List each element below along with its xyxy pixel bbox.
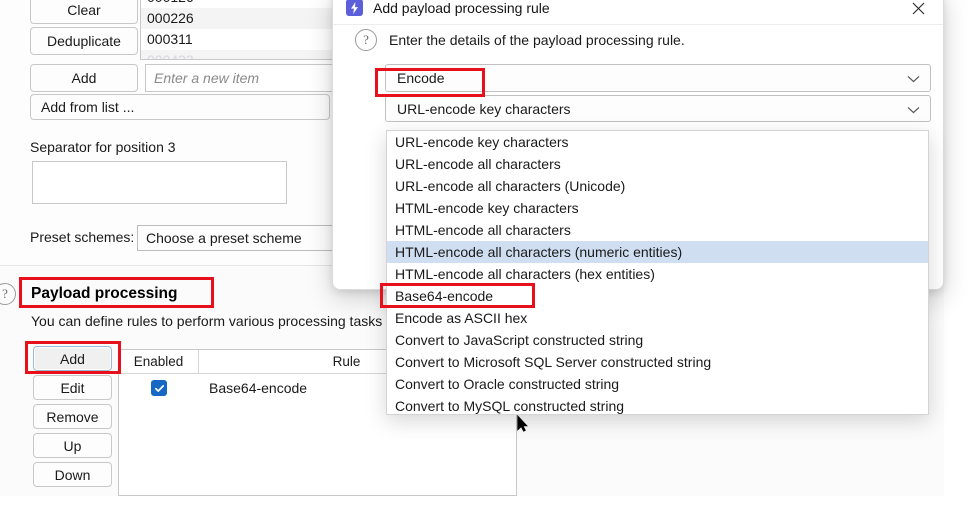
- dropdown-option[interactable]: Encode as ASCII hex: [387, 307, 928, 329]
- dropdown-option[interactable]: Convert to Microsoft SQL Server construc…: [387, 351, 928, 373]
- dropdown-option[interactable]: URL-encode all characters (Unicode): [387, 175, 928, 197]
- preset-schemes-value: Choose a preset scheme: [146, 230, 302, 246]
- add-rule-button[interactable]: Add: [33, 346, 112, 371]
- operation-dropdown-list[interactable]: URL-encode key characters URL-encode all…: [386, 130, 929, 415]
- add-from-list-button[interactable]: Add from list ...: [30, 94, 330, 120]
- list-item[interactable]: 000226: [141, 8, 364, 29]
- page-title: Payload processing: [31, 285, 178, 302]
- dropdown-option[interactable]: Convert to MySQL constructed string: [387, 395, 928, 414]
- dropdown-option[interactable]: Convert to JavaScript constructed string: [387, 329, 928, 351]
- move-rule-down-button[interactable]: Down: [33, 462, 112, 487]
- remove-rule-button[interactable]: Remove: [33, 404, 112, 429]
- arrow-pointer-icon: [517, 414, 528, 435]
- list-item[interactable]: 000126: [141, 0, 364, 8]
- dialog-title: Add payload processing rule: [373, 0, 550, 16]
- dropdown-option[interactable]: HTML-encode all characters (hex entities…: [387, 263, 928, 285]
- dialog-hint-text: Enter the details of the payload process…: [389, 32, 685, 48]
- dropdown-option[interactable]: URL-encode key characters: [387, 131, 928, 153]
- preset-schemes-label: Preset schemes:: [30, 229, 135, 245]
- dropdown-option-selected[interactable]: HTML-encode all characters (numeric enti…: [387, 241, 928, 263]
- rule-type-value: Encode: [397, 70, 445, 86]
- close-icon[interactable]: [903, 0, 933, 23]
- dropdown-option[interactable]: HTML-encode all characters: [387, 219, 928, 241]
- separator-input[interactable]: [32, 161, 287, 204]
- dialog-titlebar: Add payload processing rule: [333, 0, 943, 25]
- operation-value: URL-encode key characters: [397, 100, 571, 117]
- add-payload-button[interactable]: Add: [30, 64, 138, 92]
- dialog-hint: ? Enter the details of the payload proce…: [333, 29, 943, 51]
- dropdown-option[interactable]: URL-encode all characters: [387, 153, 928, 175]
- rule-enabled-cell: [119, 380, 199, 396]
- clear-button[interactable]: Clear: [30, 0, 138, 24]
- new-item-placeholder: Enter a new item: [154, 70, 260, 86]
- question-mark-icon: ?: [355, 29, 377, 51]
- rule-type-select[interactable]: Encode: [385, 64, 931, 92]
- list-item[interactable]: 000311: [141, 29, 364, 50]
- dropdown-option[interactable]: Base64-encode: [387, 285, 928, 307]
- screen-root: Clear Deduplicate Add Add from list ... …: [0, 0, 968, 507]
- payload-processing-description: You can define rules to perform various …: [31, 313, 383, 329]
- move-rule-up-button[interactable]: Up: [33, 433, 112, 458]
- chevron-down-icon: [907, 70, 920, 86]
- chevron-down-icon: [907, 101, 920, 117]
- question-mark-icon[interactable]: ?: [0, 283, 16, 305]
- dropdown-option[interactable]: Convert to Oracle constructed string: [387, 373, 928, 395]
- dropdown-option[interactable]: HTML-encode key characters: [387, 197, 928, 219]
- deduplicate-button[interactable]: Deduplicate: [30, 27, 138, 55]
- separator-label: Separator for position 3: [30, 139, 176, 155]
- checkbox-checked-icon[interactable]: [151, 380, 167, 396]
- lightning-bolt-icon: [346, 0, 363, 16]
- operation-select[interactable]: URL-encode key characters: [385, 95, 931, 122]
- column-header-enabled[interactable]: Enabled: [119, 350, 199, 373]
- edit-rule-button[interactable]: Edit: [33, 375, 112, 400]
- list-item[interactable]: 000433: [141, 50, 364, 59]
